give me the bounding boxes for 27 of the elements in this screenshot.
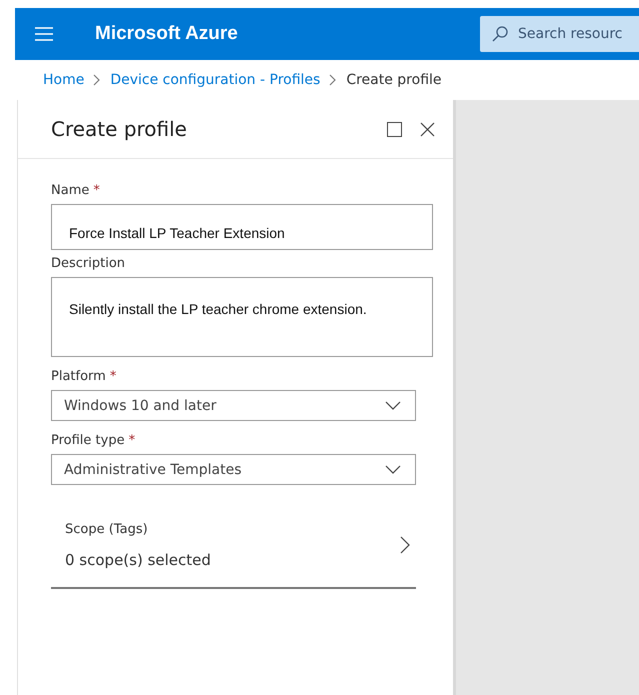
description-text-area[interactable]: Silently install the LP teacher chrome extension. [51, 277, 433, 357]
chevron-right-icon [329, 74, 338, 86]
name-input-field[interactable]: Force Install LP Teacher Extension [51, 204, 433, 250]
menu-icon[interactable] [35, 27, 53, 41]
chevron-right-icon [400, 536, 410, 554]
field-label: Name [51, 183, 90, 198]
search-icon [492, 26, 508, 42]
field-label: Platform [51, 369, 106, 384]
search-field[interactable]: Search resourc [480, 16, 639, 52]
chevron-down-icon [385, 465, 401, 474]
dropdown[interactable]: Administrative Templates [51, 454, 416, 485]
scope-tags-picker[interactable]: Scope (Tags) 0 scope(s) selected [51, 503, 416, 589]
chevron-right-icon [93, 74, 102, 86]
chevron-down-icon [385, 401, 401, 410]
breadcrumb-link[interactable]: Device configuration - Profiles [110, 72, 320, 88]
panel-title: Create profile [51, 117, 188, 141]
field-label: Profile type [51, 433, 125, 448]
breadcrumb-link[interactable]: Home [43, 72, 84, 88]
breadcrumb-current: Create profile [346, 72, 442, 88]
field-label: Description [51, 256, 126, 271]
required-asterisk: * [110, 369, 116, 384]
close-icon[interactable] [420, 122, 435, 136]
app-title: Microsoft Azure [95, 23, 238, 45]
required-asterisk: * [128, 433, 136, 448]
dropdown[interactable]: Windows 10 and later [51, 390, 416, 421]
required-asterisk: * [93, 183, 100, 198]
maximize-icon[interactable] [387, 122, 402, 136]
